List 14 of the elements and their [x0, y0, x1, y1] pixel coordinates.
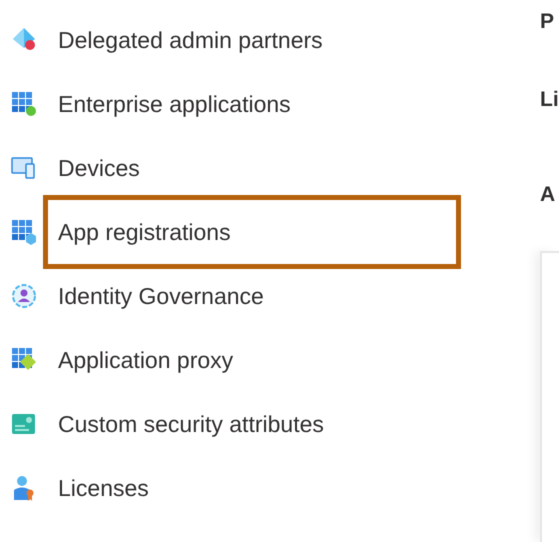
- sidebar-item[interactable]: Application proxy: [58, 342, 234, 378]
- sidebar-item[interactable]: Devices: [58, 150, 140, 186]
- grid-icon: [10, 90, 38, 118]
- section-heading: A: [540, 182, 556, 208]
- sidebar-item[interactable]: Delegated admin partners: [58, 22, 323, 58]
- sidebar-item[interactable]: App registrations: [43, 195, 461, 269]
- sidebar-item[interactable]: Identity Governance: [58, 278, 264, 314]
- sidebar-item[interactable]: Custom security attributes: [58, 406, 324, 442]
- sidebar-item[interactable]: Enterprise applications: [58, 86, 291, 122]
- grid-icon: [10, 218, 38, 246]
- section-heading: Li: [540, 86, 559, 112]
- identity-icon: [10, 282, 38, 310]
- section-heading: P: [540, 9, 556, 35]
- sidebar-item[interactable]: Licenses: [58, 470, 149, 506]
